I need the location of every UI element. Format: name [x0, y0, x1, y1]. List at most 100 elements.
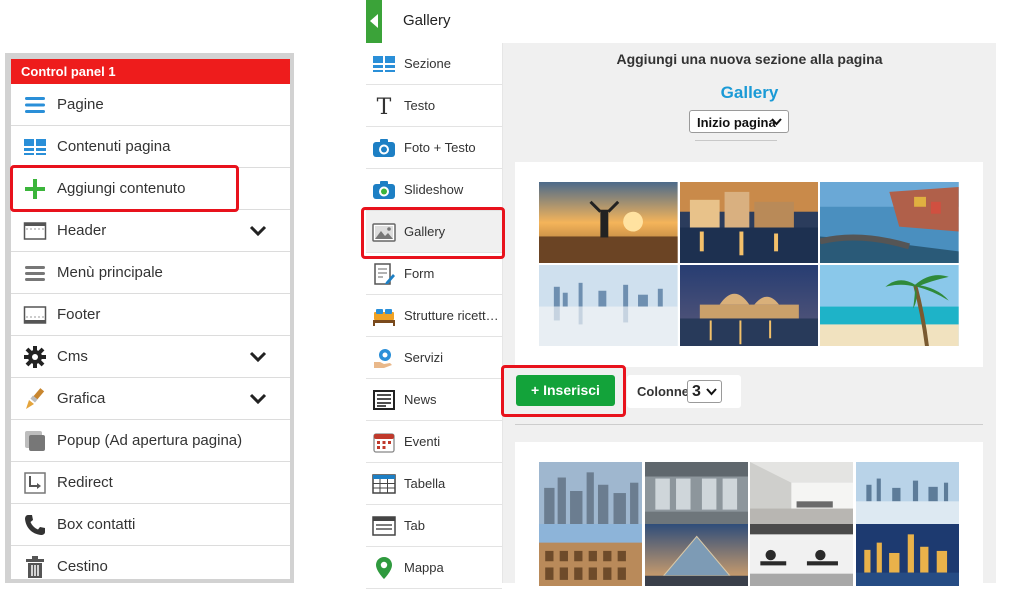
chevron-down-icon[interactable] — [248, 347, 268, 367]
insert-button[interactable]: + Inserisci — [516, 375, 615, 406]
cp-item-header[interactable]: Header — [11, 210, 290, 252]
cp-item-label: Contenuti pagina — [57, 138, 171, 155]
trash-icon — [26, 556, 44, 578]
cp-item-label: Menù principale — [57, 264, 163, 281]
section-type-strutture-ricettive[interactable]: Strutture ricettive — [366, 295, 502, 337]
list-icon — [25, 97, 45, 113]
control-panel-inner: Control panel 1 Pagine Contenuti pagina … — [11, 59, 290, 579]
cp-item-label: Box contatti — [57, 516, 136, 533]
cp-item-grafica[interactable]: Grafica — [11, 378, 290, 420]
gallery-image-meeting-room — [750, 462, 854, 525]
bed-icon — [373, 309, 395, 326]
calendar-icon — [373, 433, 395, 453]
topbar-title: Gallery — [403, 12, 451, 29]
columns-label: Colonne — [637, 384, 689, 399]
section-type-foto-testo[interactable]: Foto + Testo — [366, 127, 502, 169]
plus-icon — [25, 179, 45, 199]
chevron-left-icon — [370, 14, 378, 28]
cp-item-cms[interactable]: Cms — [11, 336, 290, 378]
chevron-down-icon[interactable] — [248, 389, 268, 409]
tab-icon — [372, 516, 396, 536]
cp-item-label: Cestino — [57, 558, 108, 575]
camera-icon — [373, 139, 395, 157]
section-type-label: Mappa — [404, 560, 444, 575]
gallery-image-tropical-beach — [820, 265, 959, 347]
section-type-eventi[interactable]: Eventi — [366, 421, 502, 463]
section-type-slideshow[interactable]: Slideshow — [366, 169, 502, 211]
footer-icon — [23, 306, 47, 324]
columns-select[interactable]: 3 — [687, 380, 722, 403]
cp-item-popup[interactable]: Popup (Ad apertura pagina) — [11, 420, 290, 462]
section-type-form[interactable]: Form — [366, 253, 502, 295]
cp-item-label: Grafica — [57, 390, 106, 407]
section-type-testo[interactable]: T Testo — [366, 85, 502, 127]
section-type-sezione[interactable]: Sezione — [366, 43, 502, 85]
popup-icon — [25, 431, 45, 451]
columns-select-value: 3 — [692, 383, 701, 400]
gallery-image-lake-village — [679, 182, 819, 264]
section-type-news[interactable]: News — [366, 379, 502, 421]
add-section-panel: Aggiungi una nuova sezione alla pagina G… — [503, 43, 996, 602]
cp-item-footer[interactable]: Footer — [11, 294, 290, 336]
header-icon — [23, 222, 47, 240]
section-type-label: News — [404, 392, 437, 407]
section-type-menu: Sezione T Testo Foto + Testo Slideshow G… — [366, 43, 503, 589]
blocks-icon — [24, 139, 46, 155]
gallery-image-city-skyline — [539, 462, 643, 525]
image-icon — [372, 223, 396, 242]
cp-item-label: Aggiungi contenuto — [57, 180, 186, 197]
cp-item-contenuti-pagina[interactable]: Contenuti pagina — [11, 126, 290, 168]
position-select[interactable]: Inizio pagina — [689, 110, 789, 133]
section-type-label: Slideshow — [404, 182, 464, 197]
gear-icon — [24, 346, 46, 368]
cp-item-menu-principale[interactable]: Menù principale — [11, 252, 290, 294]
cp-item-aggiungi-contenuto[interactable]: Aggiungi contenuto — [11, 168, 290, 210]
gallery-layout-preview-4-columns[interactable] — [515, 442, 983, 602]
gallery-image-skyline-reflection — [539, 265, 678, 347]
section-type-tabella[interactable]: Tabella — [366, 463, 502, 505]
chevron-down-icon[interactable] — [248, 221, 268, 241]
section-icon — [373, 56, 395, 72]
section-type-label: Tab — [404, 518, 425, 533]
section-type-label: Sezione — [404, 56, 451, 71]
columns-control: Colonne 3 — [627, 375, 741, 408]
gallery-image-grid — [539, 182, 959, 347]
control-panel: Control panel 1 Pagine Contenuti pagina … — [5, 53, 294, 583]
control-panel-title: Control panel 1 — [11, 59, 290, 84]
section-type-label: Servizi — [404, 350, 444, 365]
form-icon — [374, 263, 395, 285]
svg-text:T: T — [377, 95, 392, 118]
brush-icon — [26, 388, 45, 409]
gallery-image-office-hall — [644, 462, 748, 525]
add-section-heading: Aggiungi una nuova sezione alla pagina — [616, 51, 883, 67]
table-icon — [372, 474, 396, 494]
map-pin-icon — [376, 557, 392, 579]
menu-icon — [25, 266, 45, 281]
divider — [515, 424, 983, 425]
services-icon — [374, 349, 392, 368]
cp-item-box-contatti[interactable]: Box contatti — [11, 504, 290, 546]
news-icon — [373, 390, 395, 410]
phone-icon — [25, 515, 45, 535]
section-type-mappa[interactable]: Mappa — [366, 547, 502, 589]
section-type-label: Form — [404, 266, 435, 281]
section-type-gallery[interactable]: Gallery — [366, 211, 502, 253]
section-type-servizi[interactable]: Servizi — [366, 337, 502, 379]
slideshow-camera-icon — [373, 181, 395, 199]
cp-item-label: Pagine — [57, 96, 104, 113]
gallery-image-venice-night — [679, 265, 819, 347]
cp-item-label: Popup (Ad apertura pagina) — [57, 432, 243, 449]
gallery-layout-preview-3-columns[interactable] — [515, 162, 983, 367]
redirect-icon — [24, 472, 46, 494]
cp-item-label: Footer — [57, 306, 101, 323]
cp-item-pagine[interactable]: Pagine — [11, 84, 290, 126]
section-type-tab[interactable]: Tab — [366, 505, 502, 547]
section-type-label: Foto + Testo — [404, 140, 476, 155]
gallery-image-coastal-town — [820, 182, 959, 264]
cp-item-label: Cms — [57, 348, 88, 365]
section-type-label: Strutture ricettive — [404, 308, 500, 323]
cp-item-redirect[interactable]: Redirect — [11, 462, 290, 504]
section-type-label: Tabella — [404, 476, 446, 491]
back-button[interactable] — [366, 0, 382, 43]
cp-item-cestino[interactable]: Cestino — [11, 546, 290, 579]
